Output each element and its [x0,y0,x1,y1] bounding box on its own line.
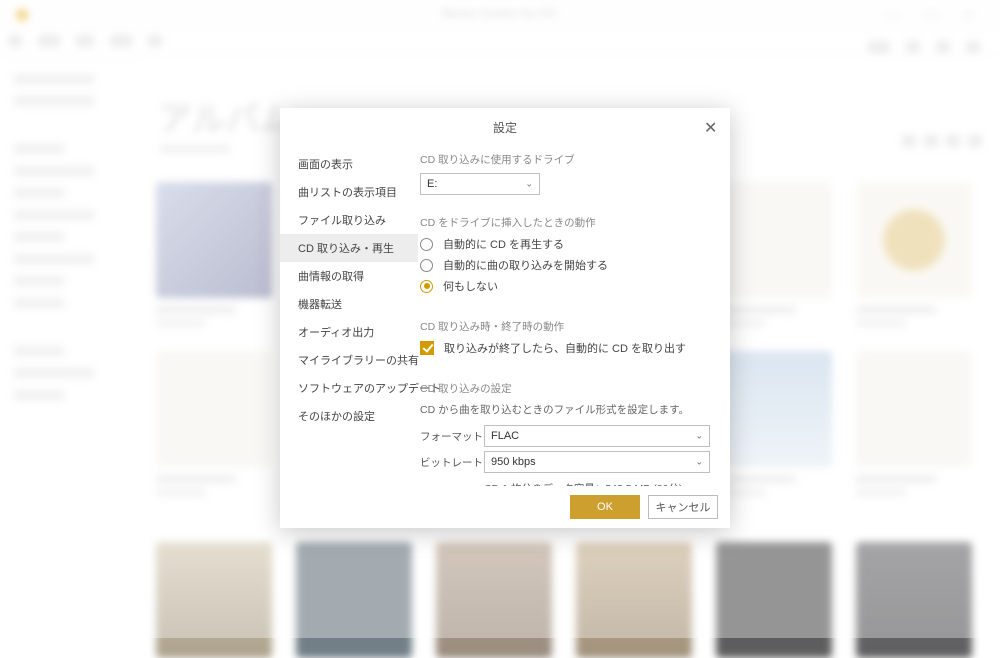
section-drive-title: CD 取り込みに使用するドライブ [420,152,710,167]
cancel-button[interactable]: キャンセル [648,495,718,519]
radio-auto-play[interactable]: 自動的に CD を再生する [420,236,710,252]
radio-auto-import[interactable]: 自動的に曲の取り込みを開始する [420,257,710,273]
sidebar-item-audio-out[interactable]: オーディオ出力 [280,318,418,346]
sidebar-item-display[interactable]: 画面の表示 [280,150,418,178]
checkbox-label: 取り込みが終了したら、自動的に CD を取り出す [444,340,686,356]
sidebar-item-columns[interactable]: 曲リストの表示項目 [280,178,418,206]
checkbox-icon [420,341,434,355]
format-select[interactable]: FLAC ⌄ [484,425,710,447]
radio-label: 自動的に CD を再生する [443,236,564,252]
radio-do-nothing[interactable]: 何もしない [420,278,710,294]
chevron-down-icon: ⌄ [695,457,703,468]
radio-icon [420,280,433,293]
drive-select-value: E: [427,178,437,190]
sidebar-item-device-xfer[interactable]: 機器転送 [280,290,418,318]
bitrate-label: ビットレート [420,455,484,470]
size-info: CD 1 枚分のデータ容量：543.5 MB (80分) [484,481,710,486]
radio-icon [420,238,433,251]
radio-icon [420,259,433,272]
section-end-title: CD 取り込み時・終了時の動作 [420,319,710,334]
sidebar-item-track-info[interactable]: 曲情報の取得 [280,262,418,290]
close-icon[interactable]: ✕ [704,118,720,134]
format-label: フォーマット [420,429,484,444]
bitrate-select-value: 950 kbps [491,456,536,468]
section-import-desc: CD から曲を取り込むときのファイル形式を設定します。 [420,402,710,417]
settings-dialog: 設定 ✕ 画面の表示 曲リストの表示項目 ファイル取り込み CD 取り込み・再生… [280,108,730,528]
chevron-down-icon: ⌄ [525,179,533,190]
section-import-title: CD 取り込みの設定 [420,381,710,396]
drive-select[interactable]: E: ⌄ [420,173,540,195]
sidebar-item-other[interactable]: そのほかの設定 [280,402,418,430]
dialog-sidebar: 画面の表示 曲リストの表示項目 ファイル取り込み CD 取り込み・再生 曲情報の… [280,146,418,486]
sidebar-item-lib-share[interactable]: マイライブラリーの共有 [280,346,418,374]
dialog-title: 設定 [493,119,517,136]
dialog-content[interactable]: CD 取り込みに使用するドライブ E: ⌄ CD をドライブに挿入したときの動作… [418,146,730,486]
dialog-footer: OK キャンセル [280,486,730,528]
sidebar-item-sw-update[interactable]: ソフトウェアのアップデート [280,374,418,402]
section-insert-title: CD をドライブに挿入したときの動作 [420,215,710,230]
bitrate-select[interactable]: 950 kbps ⌄ [484,451,710,473]
radio-label: 自動的に曲の取り込みを開始する [443,257,608,273]
sidebar-item-file-import[interactable]: ファイル取り込み [280,206,418,234]
radio-label: 何もしない [443,278,498,294]
format-select-value: FLAC [491,430,519,442]
chevron-down-icon: ⌄ [695,431,703,442]
checkbox-auto-eject[interactable]: 取り込みが終了したら、自動的に CD を取り出す [420,340,710,356]
sidebar-item-cd-import[interactable]: CD 取り込み・再生 [280,234,418,262]
dialog-header: 設定 ✕ [280,108,730,146]
ok-button[interactable]: OK [570,495,640,519]
